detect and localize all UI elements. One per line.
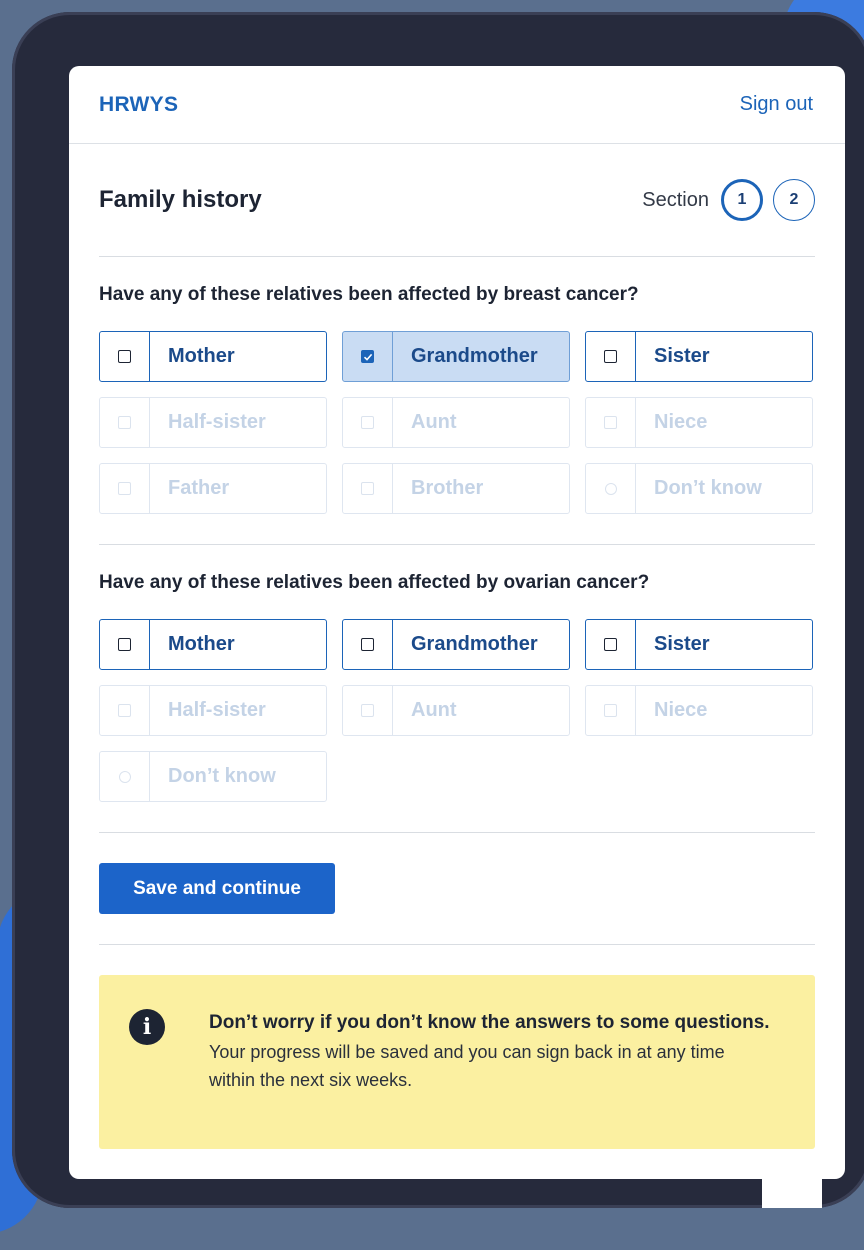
checkbox-icon <box>118 638 131 651</box>
checkbox-icon <box>604 350 617 363</box>
option-control <box>100 752 150 801</box>
checkbox-icon <box>361 638 374 651</box>
save-and-continue-button[interactable]: Save and continue <box>99 863 335 914</box>
checkbox-icon <box>118 482 131 495</box>
section-step-2[interactable]: 2 <box>773 179 815 221</box>
ovarian-option-aunt: Aunt <box>342 685 570 736</box>
info-icon: i <box>129 1009 165 1045</box>
info-body: Your progress will be saved and you can … <box>209 1042 725 1090</box>
ovarian-option-mother[interactable]: Mother <box>99 619 327 670</box>
main-content: Family history Section 1 2 Have any of t… <box>69 144 845 1149</box>
breast-option-mother[interactable]: Mother <box>99 331 327 382</box>
option-label: Brother <box>411 477 484 499</box>
breast-option-niece: Niece <box>585 397 813 448</box>
section-header: Family history Section 1 2 <box>99 144 815 257</box>
checkbox-icon <box>604 416 617 429</box>
check-icon <box>363 353 372 361</box>
checkbox-checked-icon <box>361 350 374 363</box>
option-control <box>586 686 636 735</box>
info-notice: i Don’t worry if you don’t know the answ… <box>99 975 815 1149</box>
option-label: Sister <box>654 633 710 655</box>
option-label: Father <box>168 477 230 499</box>
option-control <box>586 620 636 669</box>
option-control <box>343 686 393 735</box>
checkbox-icon <box>361 704 374 717</box>
radio-icon <box>604 482 617 495</box>
option-control <box>343 464 393 513</box>
option-control <box>100 464 150 513</box>
breast-option-half-sister: Half-sister <box>99 397 327 448</box>
option-control <box>100 620 150 669</box>
checkbox-icon <box>118 704 131 717</box>
option-control <box>586 398 636 447</box>
brand-logo[interactable]: HRWYS <box>99 93 178 117</box>
option-label: Niece <box>654 411 708 433</box>
tablet-frame: HRWYS Sign out Family history Section 1 … <box>12 12 864 1208</box>
ovarian-cancer-question: Have any of these relatives been affecte… <box>99 572 650 593</box>
option-label: Don’t know <box>654 477 762 499</box>
option-control <box>586 332 636 381</box>
info-title: Don’t worry if you don’t know the answer… <box>209 1012 770 1033</box>
option-control <box>100 332 150 381</box>
option-label: Mother <box>168 633 235 655</box>
ovarian-cancer-options: Mother Grandmother Sister Half-sister Aunt Ni… <box>99 619 815 802</box>
info-text: Don’t worry if you don’t know the answer… <box>209 1009 775 1094</box>
app-screen: HRWYS Sign out Family history Section 1 … <box>69 66 845 1179</box>
option-label: Half-sister <box>168 411 266 433</box>
checkbox-icon <box>361 482 374 495</box>
divider <box>99 544 815 545</box>
ovarian-option-half-sister: Half-sister <box>99 685 327 736</box>
option-control <box>100 398 150 447</box>
breast-option-grandmother[interactable]: Grandmother <box>342 331 570 382</box>
option-control <box>100 686 150 735</box>
ovarian-option-grandmother[interactable]: Grandmother <box>342 619 570 670</box>
ovarian-option-dont-know: Don’t know <box>99 751 327 802</box>
breast-option-aunt: Aunt <box>342 397 570 448</box>
checkbox-icon <box>604 638 617 651</box>
ovarian-option-niece: Niece <box>585 685 813 736</box>
breast-cancer-question: Have any of these relatives been affecte… <box>99 284 639 305</box>
radio-icon <box>118 770 131 783</box>
option-label: Grandmother <box>411 345 538 367</box>
option-label: Half-sister <box>168 699 266 721</box>
breast-option-sister[interactable]: Sister <box>585 331 813 382</box>
breast-option-brother: Brother <box>342 463 570 514</box>
sign-out-link[interactable]: Sign out <box>740 93 813 116</box>
checkbox-icon <box>118 350 131 363</box>
option-control <box>343 398 393 447</box>
option-label: Sister <box>654 345 710 367</box>
option-control <box>343 620 393 669</box>
option-control <box>586 464 636 513</box>
option-label: Don’t know <box>168 765 276 787</box>
section-indicator: Section 1 2 <box>642 179 815 221</box>
checkbox-icon <box>361 416 374 429</box>
page-title: Family history <box>99 186 262 213</box>
divider <box>99 832 815 833</box>
top-bar: HRWYS Sign out <box>69 66 845 144</box>
checkbox-icon <box>604 704 617 717</box>
breast-option-dont-know: Don’t know <box>585 463 813 514</box>
breast-cancer-options: Mother Grandmother Sister Half-sister Aunt Ni… <box>99 331 815 514</box>
option-label: Aunt <box>411 699 457 721</box>
divider <box>99 944 815 945</box>
ovarian-option-sister[interactable]: Sister <box>585 619 813 670</box>
section-step-1[interactable]: 1 <box>721 179 763 221</box>
option-label: Niece <box>654 699 708 721</box>
option-label: Aunt <box>411 411 457 433</box>
option-label: Mother <box>168 345 235 367</box>
checkbox-icon <box>118 416 131 429</box>
option-label: Grandmother <box>411 633 538 655</box>
breast-option-father: Father <box>99 463 327 514</box>
option-control <box>343 332 393 381</box>
section-label: Section <box>642 188 709 211</box>
